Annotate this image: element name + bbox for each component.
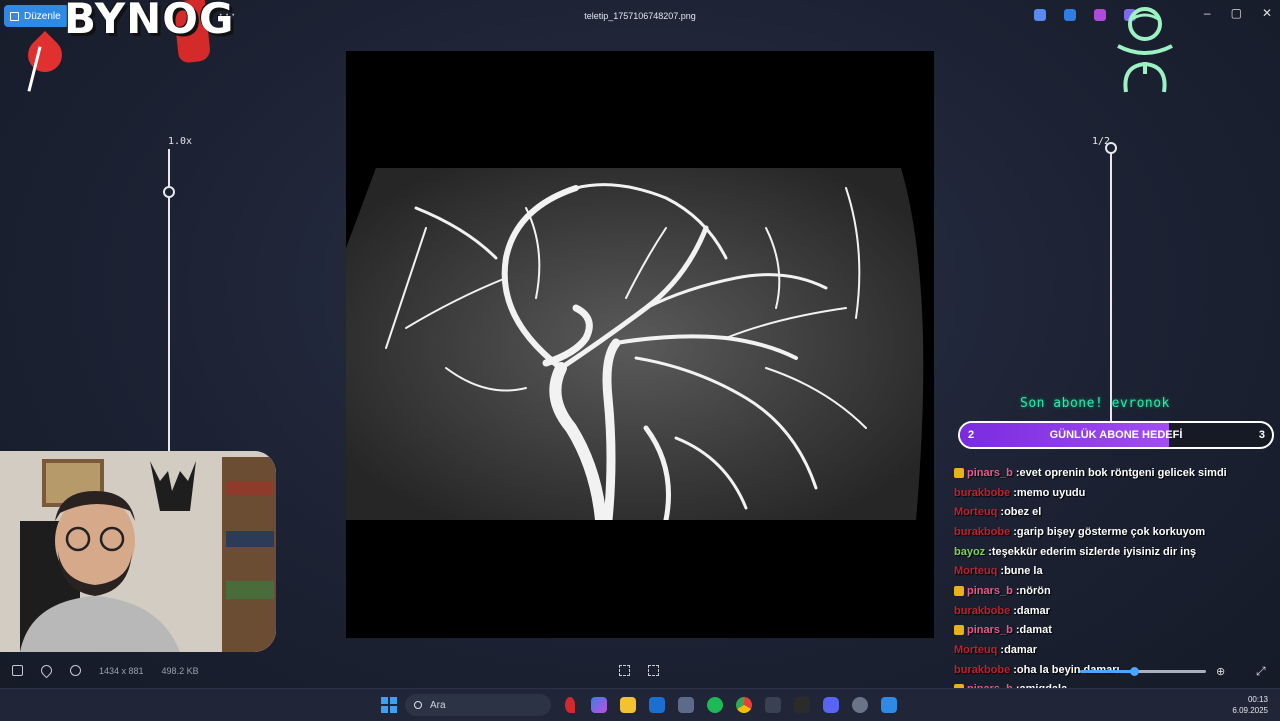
webcam-overlay (0, 451, 276, 652)
subscriber-goal-bar: 2 GÜNLÜK ABONE HEDEFİ 3 (958, 421, 1274, 449)
chat-message: Morteuq: obez el (954, 502, 1280, 522)
minimize-button[interactable]: – (1204, 6, 1211, 20)
zoom-bar-thumb[interactable] (1130, 667, 1139, 676)
chat-text: damat (1019, 624, 1052, 637)
chat-message: bayoz: teşekkür ederim sizlerde iyisiniz… (954, 542, 1280, 562)
image-canvas[interactable] (346, 51, 934, 638)
chat-message: Morteuq: bune la (954, 561, 1280, 581)
chat-message: pinars_b: nörön (954, 581, 1280, 601)
chat-message: Morteuq: damar (954, 640, 1280, 660)
chat-message: burakbobe: garip bişey gösterme çok kork… (954, 522, 1280, 542)
filmstrip-icon[interactable] (12, 665, 23, 676)
chat-username: Morteuq (954, 565, 998, 578)
spotify-icon[interactable] (707, 697, 723, 713)
favorite-heart-icon[interactable] (38, 662, 55, 679)
image-dimensions: 1434 x 881 (99, 665, 144, 676)
photos-app-icon[interactable] (881, 697, 897, 713)
clock-date: 6.09.2025 (1232, 706, 1268, 715)
info-icon[interactable] (70, 665, 81, 676)
subscriber-badge-icon (954, 467, 964, 478)
chat-text: damar (1004, 644, 1038, 657)
fullscreen-icon[interactable]: ⤢ (1256, 664, 1266, 679)
chat-username: bayoz (954, 545, 986, 558)
zoom-level-label: 1.0x (168, 136, 193, 147)
zoom-slider-thumb[interactable] (163, 186, 175, 198)
chat-text: evet oprenin bok röntgeni gelicek simdi (1019, 466, 1227, 479)
subscriber-badge-icon (954, 585, 964, 596)
goal-label: GÜNLÜK ABONE HEDEFİ (1049, 429, 1183, 441)
settings-gear-icon[interactable] (852, 697, 868, 713)
file-explorer-icon[interactable] (620, 697, 636, 713)
chat-username: pinars_b (967, 584, 1013, 597)
window-controls: – ▢ ✕ (1204, 6, 1272, 20)
chat-username: Morteuq (954, 644, 998, 657)
chat-message: burakbobe: damar (954, 601, 1280, 621)
chat-username: burakbobe (954, 604, 1011, 617)
copilot-icon[interactable] (1034, 9, 1046, 21)
designer-icon[interactable] (1064, 9, 1076, 21)
chrome-icon[interactable] (736, 697, 752, 713)
chat-username: burakbobe (954, 663, 1011, 676)
chat-username: burakbobe (954, 525, 1011, 538)
webcam-feed (0, 451, 276, 652)
chat-text: damar (1016, 604, 1050, 617)
search-icon (414, 701, 422, 709)
copilot-app-icon[interactable] (591, 697, 607, 713)
chat-username: Morteuq (954, 506, 998, 519)
chat-username: pinars_b (967, 624, 1013, 637)
file-size: 498.2 KB (161, 665, 199, 676)
windows-taskbar: Ara 00:13 6.09.2025 (0, 688, 1280, 721)
chat-text: teşekkür ederim sizlerde iyisiniz dir in… (991, 545, 1197, 558)
bottom-toolbar-left: 1434 x 881 498.2 KB (12, 662, 199, 679)
paint-icon[interactable] (1094, 9, 1106, 21)
chat-message: pinars_b: damat (954, 621, 1280, 641)
page-slider-track[interactable] (1110, 152, 1112, 422)
chat-username: burakbobe (954, 486, 1011, 499)
taskbar-search-label: Ara (430, 699, 446, 711)
discord-icon[interactable] (823, 697, 839, 713)
epic-games-icon[interactable] (794, 697, 810, 713)
chat-text: memo uyudu (1016, 486, 1086, 499)
chat-message: pinars_b: evet oprenin bok röntgeni geli… (954, 463, 1280, 483)
app-red-icon[interactable] (565, 697, 575, 713)
streamer-logo: BYNOG (64, 0, 235, 43)
start-button-icon[interactable] (381, 697, 397, 713)
chat-overlay: pinars_b: evet oprenin bok röntgeni geli… (954, 463, 1280, 719)
system-clock[interactable]: 00:13 6.09.2025 (1232, 694, 1268, 716)
close-button[interactable]: ✕ (1262, 6, 1272, 20)
chat-text: garip bişey gösterme çok korkuyom (1016, 525, 1206, 538)
taskbar-search[interactable]: Ara (405, 694, 551, 716)
chat-text: bune la (1004, 565, 1043, 578)
clock-time: 00:13 (1247, 695, 1268, 704)
subscriber-badge-icon (954, 625, 964, 636)
fit-to-window-icon[interactable] (619, 665, 630, 676)
chat-text: nörön (1019, 584, 1051, 597)
chat-text: obez el (1004, 506, 1042, 519)
store-icon[interactable] (678, 697, 694, 713)
zoom-bar-slider[interactable] (1080, 667, 1206, 676)
taskbar-apps (562, 697, 897, 713)
last-subscriber-banner: Son abone! evronok (1020, 396, 1170, 411)
steam-icon[interactable] (765, 697, 781, 713)
page-slider-thumb[interactable] (1105, 142, 1117, 154)
maximize-button[interactable]: ▢ (1231, 6, 1242, 20)
outlook-icon[interactable] (649, 697, 665, 713)
zoom-bar-fill (1080, 670, 1134, 673)
bottom-toolbar-center (619, 665, 659, 676)
goal-target: 3 (1258, 429, 1265, 441)
actual-size-icon[interactable] (648, 665, 659, 676)
zoom-in-icon[interactable]: ⊕ (1216, 665, 1225, 678)
chat-message: burakbobe: memo uyudu (954, 483, 1280, 503)
chat-username: pinars_b (967, 466, 1013, 479)
angiogram-image (346, 168, 924, 520)
mascot-icon (1117, 7, 1173, 93)
